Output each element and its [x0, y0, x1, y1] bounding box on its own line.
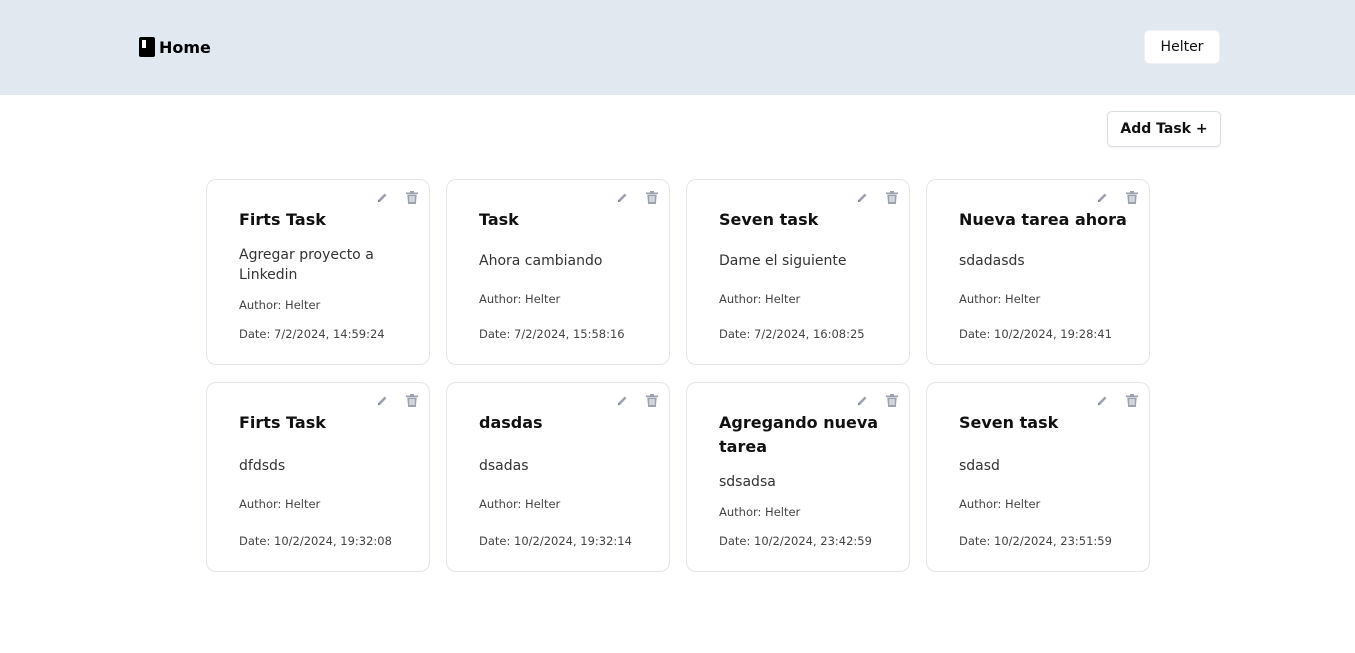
task-author: Author: Helter	[959, 291, 1041, 306]
task-card: Task Ahora cambiando Author: Helter Date…	[446, 179, 670, 365]
task-card: Nueva tarea ahora sdadasds Author: Helte…	[926, 179, 1150, 365]
task-grid: Firts Task Agregar proyecto a Linkedin A…	[206, 179, 1150, 572]
task-description: dfdsds	[239, 457, 286, 474]
task-card: Seven task sdasd Author: Helter Date: 10…	[926, 382, 1150, 572]
task-title: Seven task	[719, 210, 819, 229]
card-body: dasdas dsadas Author: Helter Date: 10/2/…	[479, 411, 655, 549]
card-body: Agregando nueva tarea sdsadsa Author: He…	[719, 411, 895, 549]
card-body: Firts Task Agregar proyecto a Linkedin A…	[239, 208, 415, 342]
trash-icon[interactable]	[403, 391, 421, 409]
task-date: Date: 10/2/2024, 19:32:08	[239, 533, 392, 548]
task-date: Date: 7/2/2024, 16:08:25	[719, 326, 865, 341]
task-description: sdadasds	[959, 253, 1025, 270]
pencil-icon[interactable]	[853, 391, 871, 409]
card-body: Seven task sdasd Author: Helter Date: 10…	[959, 411, 1135, 549]
task-date: Date: 7/2/2024, 15:58:16	[479, 326, 625, 341]
task-title: Firts Task	[239, 210, 326, 229]
task-description: Dame el siguiente	[719, 253, 847, 270]
trash-icon[interactable]	[1123, 391, 1141, 409]
card-actions	[613, 188, 661, 206]
task-date: Date: 10/2/2024, 19:32:14	[479, 533, 632, 548]
card-actions	[613, 391, 661, 409]
task-title: dasdas	[479, 413, 543, 432]
add-task-button[interactable]: Add Task +	[1107, 111, 1221, 147]
trash-icon[interactable]	[883, 188, 901, 206]
trash-icon[interactable]	[883, 391, 901, 409]
task-date: Date: 10/2/2024, 19:28:41	[959, 326, 1112, 341]
trash-icon[interactable]	[643, 188, 661, 206]
task-author: Author: Helter	[479, 497, 561, 512]
task-date: Date: 7/2/2024, 14:59:24	[239, 326, 385, 341]
pencil-icon[interactable]	[1093, 188, 1111, 206]
user-menu-button[interactable]: Helter	[1144, 30, 1220, 64]
pencil-icon[interactable]	[1093, 391, 1111, 409]
task-card: dasdas dsadas Author: Helter Date: 10/2/…	[446, 382, 670, 572]
task-card: Firts Task dfdsds Author: Helter Date: 1…	[206, 382, 430, 572]
task-description: dsadas	[479, 457, 529, 474]
task-description: sdsadsa	[719, 473, 776, 490]
task-title: Agregando nueva tarea	[719, 413, 879, 456]
trash-icon[interactable]	[1123, 188, 1141, 206]
trash-icon[interactable]	[403, 188, 421, 206]
task-title: Task	[479, 210, 519, 229]
pencil-icon[interactable]	[373, 391, 391, 409]
task-title: Nueva tarea ahora	[959, 210, 1127, 229]
card-body: Seven task Dame el siguiente Author: Hel…	[719, 208, 895, 342]
task-card: Firts Task Agregar proyecto a Linkedin A…	[206, 179, 430, 365]
task-date: Date: 10/2/2024, 23:42:59	[719, 533, 872, 548]
task-description: Agregar proyecto a Linkedin	[239, 246, 374, 283]
card-actions	[1093, 188, 1141, 206]
task-author: Author: Helter	[959, 497, 1041, 512]
task-author: Author: Helter	[719, 291, 801, 306]
card-actions	[1093, 391, 1141, 409]
brand-label: Home	[159, 37, 211, 57]
card-body: Task Ahora cambiando Author: Helter Date…	[479, 208, 655, 342]
card-body: Firts Task dfdsds Author: Helter Date: 1…	[239, 411, 415, 549]
card-body: Nueva tarea ahora sdadasds Author: Helte…	[959, 208, 1135, 342]
pencil-icon[interactable]	[613, 391, 631, 409]
top-navbar: Home Helter	[0, 0, 1355, 95]
card-actions	[373, 391, 421, 409]
book-icon	[139, 37, 155, 57]
trash-icon[interactable]	[643, 391, 661, 409]
task-title: Firts Task	[239, 413, 326, 432]
task-card: Agregando nueva tarea sdsadsa Author: He…	[686, 382, 910, 572]
task-description: Ahora cambiando	[479, 253, 603, 270]
card-actions	[853, 391, 901, 409]
task-description: sdasd	[959, 457, 1000, 474]
task-author: Author: Helter	[239, 497, 321, 512]
task-date: Date: 10/2/2024, 23:51:59	[959, 533, 1112, 548]
task-author: Author: Helter	[239, 298, 321, 313]
card-actions	[853, 188, 901, 206]
pencil-icon[interactable]	[373, 188, 391, 206]
task-author: Author: Helter	[479, 291, 561, 306]
card-actions	[373, 188, 421, 206]
task-title: Seven task	[959, 413, 1059, 432]
task-card: Seven task Dame el siguiente Author: Hel…	[686, 179, 910, 365]
home-link[interactable]: Home	[139, 36, 211, 58]
pencil-icon[interactable]	[853, 188, 871, 206]
pencil-icon[interactable]	[613, 188, 631, 206]
task-author: Author: Helter	[719, 505, 801, 520]
